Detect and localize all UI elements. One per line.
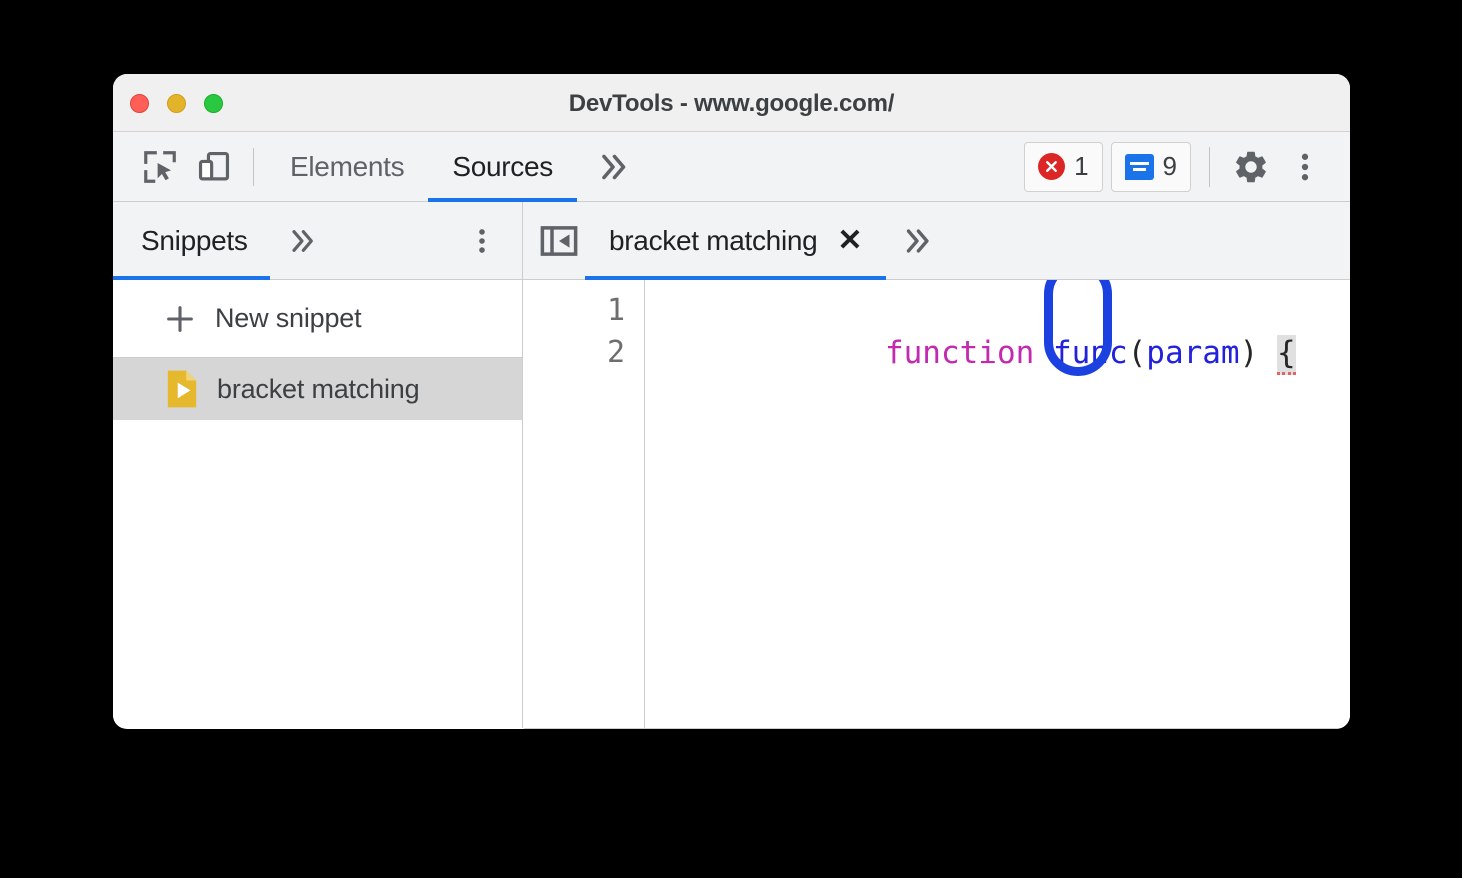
token-keyword: function xyxy=(884,335,1035,371)
tab-sources[interactable]: Sources xyxy=(428,132,577,202)
toolbar-divider-right xyxy=(1209,146,1210,187)
code-line-1: function func(param) { xyxy=(661,290,1350,375)
token-paren-close: ) xyxy=(1239,335,1259,371)
error-count-badge[interactable]: 1 xyxy=(1024,141,1103,192)
tab-snippets[interactable]: Snippets xyxy=(113,202,270,280)
window-title: DevTools - www.google.com/ xyxy=(568,90,895,117)
editor-tab-label: bracket matching xyxy=(609,224,818,256)
editor-chevron-double-right-icon[interactable] xyxy=(886,224,948,258)
snippet-file-icon xyxy=(167,370,197,408)
editor-tab-bracket-matching[interactable]: bracket matching ✕ xyxy=(585,202,887,280)
source-editor-pane: bracket matching ✕ 1 2 function func(par… xyxy=(523,202,1350,728)
device-toolbar-icon[interactable] xyxy=(187,140,241,194)
snippets-navigator-panel: Snippets New snippet bracket matching xyxy=(113,202,523,728)
show-navigator-icon[interactable] xyxy=(523,202,585,280)
new-snippet-label: New snippet xyxy=(215,303,362,333)
code-content[interactable]: function func(param) { xyxy=(645,280,1350,728)
token-open-brace: { xyxy=(1276,335,1296,375)
editor-tabbar: bracket matching ✕ xyxy=(523,202,1350,280)
more-panels-chevron-double-right-icon[interactable] xyxy=(577,149,649,185)
error-circle-icon xyxy=(1038,153,1066,180)
navigator-kebab-menu-icon[interactable] xyxy=(442,225,522,257)
plus-icon xyxy=(167,305,193,332)
toolbar-right-group: 1 9 xyxy=(1024,140,1350,194)
toolbar-divider xyxy=(253,147,254,186)
kebab-menu-icon[interactable] xyxy=(1278,140,1332,194)
navigator-chevron-double-right-icon[interactable] xyxy=(270,225,334,257)
line-number-gutter: 1 2 xyxy=(523,280,645,728)
token-paren-open: ( xyxy=(1127,335,1147,371)
devtools-window: DevTools - www.google.com/ Elements Sour… xyxy=(113,74,1350,729)
inspect-element-icon[interactable] xyxy=(133,140,187,194)
token-param: param xyxy=(1146,335,1240,371)
gear-icon[interactable] xyxy=(1224,140,1278,194)
close-icon[interactable]: ✕ xyxy=(837,225,862,256)
line-number: 2 xyxy=(606,335,625,370)
editor-status-bar: {} Line 1, Column 23 ⌘+Enter Coverage xyxy=(524,728,1350,729)
new-snippet-button[interactable]: New snippet xyxy=(113,280,522,358)
code-area[interactable]: 1 2 function func(param) { xyxy=(523,280,1350,728)
error-count: 1 xyxy=(1074,151,1089,181)
message-count: 9 xyxy=(1162,151,1177,181)
devtools-main-toolbar: Elements Sources 1 9 xyxy=(113,132,1350,202)
navigator-tabbar: Snippets xyxy=(113,202,522,280)
tab-elements[interactable]: Elements xyxy=(266,132,428,202)
token-function-name: func xyxy=(1052,335,1128,371)
message-bubble-icon xyxy=(1124,153,1154,180)
snippet-label: bracket matching xyxy=(217,373,420,404)
title-bar: DevTools - www.google.com/ xyxy=(113,74,1350,132)
list-item[interactable]: bracket matching xyxy=(113,358,522,420)
line-number: 1 xyxy=(606,293,625,328)
message-count-badge[interactable]: 9 xyxy=(1110,141,1191,192)
devtools-body: Snippets New snippet bracket matching br… xyxy=(113,202,1350,728)
